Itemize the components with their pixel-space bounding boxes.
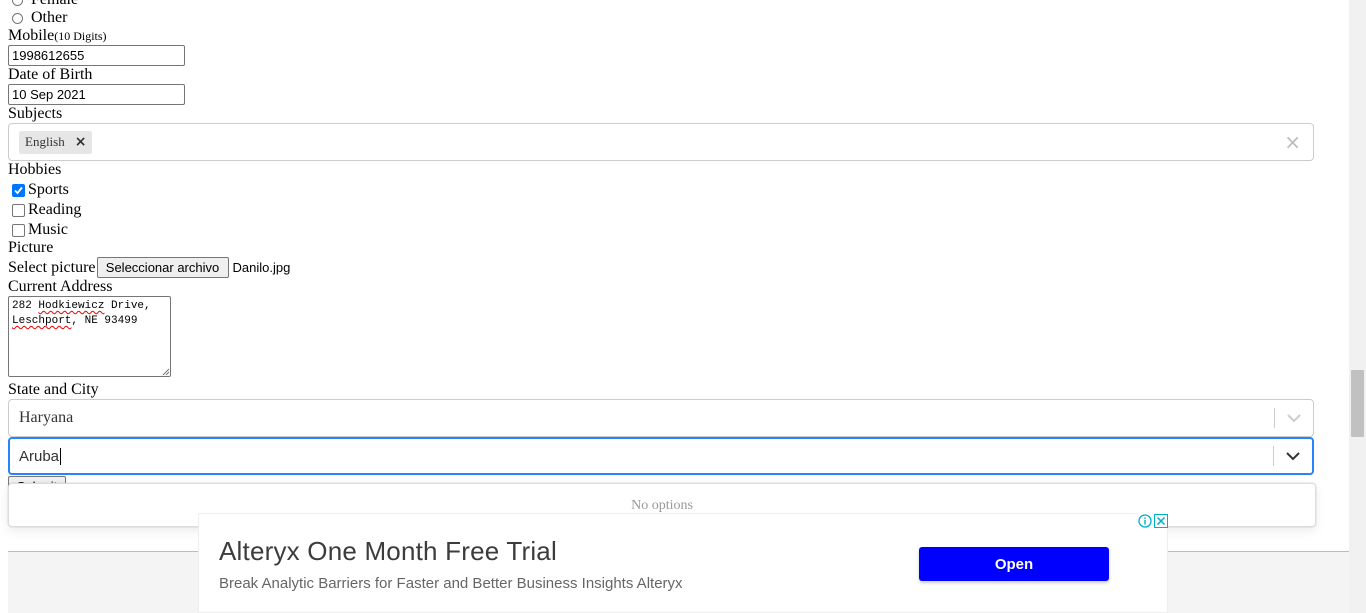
no-options-message: No options (631, 498, 693, 513)
picture-row: Select picture Seleccionar archivo Danil… (8, 257, 290, 278)
address-label: Current Address (8, 278, 113, 295)
select-picture-label: Select picture (8, 258, 96, 276)
address-line1-part: 282 (12, 300, 39, 312)
city-input-value[interactable]: Aruba (19, 447, 1273, 465)
chip-remove-icon[interactable]: × (75, 134, 87, 150)
music-label[interactable]: Music (28, 221, 68, 239)
address-line1-end: Drive, (104, 300, 151, 312)
subject-chip-english: English × (19, 130, 93, 154)
page-scrollbar[interactable] (1349, 0, 1366, 613)
hobby-row-music[interactable]: Music (12, 221, 68, 239)
gender-other-label[interactable]: Other (31, 9, 67, 26)
gender-other-radio[interactable] (12, 12, 23, 24)
chevron-down-icon[interactable] (1274, 446, 1312, 466)
city-select[interactable]: Aruba (8, 437, 1314, 475)
state-value: Haryana (19, 409, 74, 426)
info-icon[interactable] (1138, 513, 1152, 528)
dob-value: 10 Sep 2021 (12, 87, 86, 102)
resize-handle-icon[interactable] (162, 368, 170, 376)
gender-other-row[interactable]: Other (12, 9, 67, 27)
reading-checkbox[interactable] (12, 203, 25, 217)
address-line2-end: , NE 93499 (71, 315, 138, 327)
hobby-row-sports[interactable]: Sports (12, 181, 69, 199)
ad-choices[interactable] (1137, 513, 1168, 528)
state-select[interactable]: Haryana (8, 399, 1314, 437)
sports-label[interactable]: Sports (28, 181, 69, 199)
mobile-label: Mobile(10 Digits) (8, 27, 107, 45)
text-caret (60, 447, 62, 465)
picture-label: Picture (8, 239, 54, 256)
sports-checkbox[interactable] (12, 183, 25, 197)
music-checkbox[interactable] (12, 223, 25, 237)
state-city-label: State and City (8, 381, 99, 398)
mobile-value: 1998612655 (12, 48, 85, 63)
gender-female-row[interactable]: Female (12, 0, 78, 9)
ad-title[interactable]: Alteryx One Month Free Trial (219, 536, 557, 567)
gender-female-label[interactable]: Female (31, 0, 78, 8)
dob-label: Date of Birth (8, 66, 93, 83)
check-icon (14, 186, 23, 194)
mobile-input[interactable]: 1998612655 (8, 45, 185, 66)
ad-description[interactable]: Break Analytic Barriers for Faster and B… (219, 575, 683, 592)
scrollbar-thumb[interactable] (1351, 370, 1364, 437)
address-textarea[interactable]: 282 Hodkiewicz Drive, Leschport, NE 9349… (8, 296, 171, 377)
hobbies-label: Hobbies (8, 161, 62, 178)
mobile-label-text: Mobile (8, 27, 55, 44)
address-line1-misspelled: Hodkiewicz (38, 300, 105, 312)
mobile-hint: (10 Digits) (54, 29, 107, 43)
ad-banner[interactable]: Alteryx One Month Free Trial Break Analy… (198, 513, 1168, 613)
chevron-down-icon[interactable] (1275, 408, 1313, 428)
file-name: Danilo.jpg (232, 259, 291, 275)
dob-input[interactable]: 10 Sep 2021 (8, 84, 185, 105)
subjects-label: Subjects (8, 105, 63, 122)
hobby-row-reading[interactable]: Reading (12, 201, 81, 219)
gender-female-radio[interactable] (12, 0, 23, 6)
subjects-input[interactable]: English × × (8, 123, 1314, 161)
reading-label[interactable]: Reading (28, 201, 81, 219)
ad-open-button[interactable]: Open (919, 547, 1109, 581)
address-line2-misspelled: Leschport (12, 315, 72, 327)
subjects-clear-icon[interactable]: × (1284, 130, 1301, 154)
city-typed-text: Aruba (19, 447, 60, 465)
choose-file-button[interactable]: Seleccionar archivo (96, 257, 229, 278)
subject-chip-label: English (25, 134, 65, 149)
close-icon[interactable] (1154, 513, 1168, 528)
